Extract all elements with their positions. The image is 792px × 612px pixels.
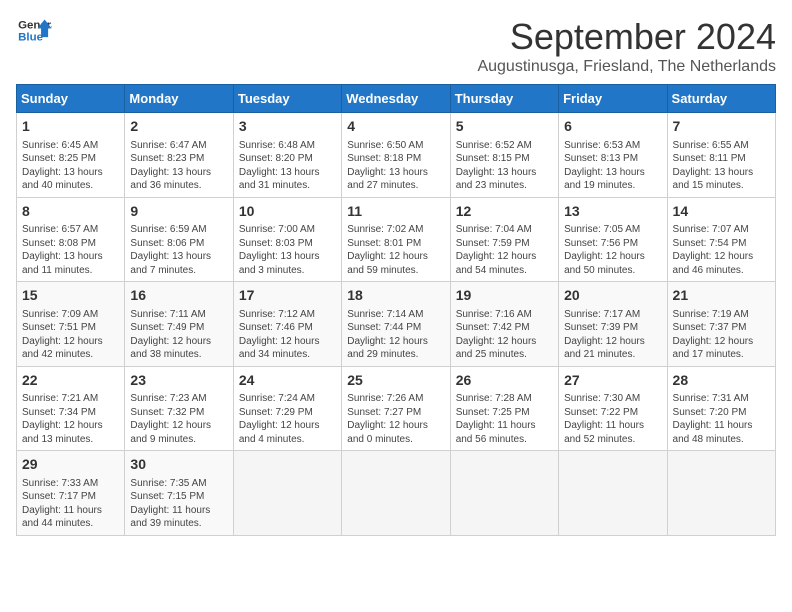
header-monday: Monday (125, 85, 233, 113)
calendar-day-21: 21Sunrise: 7:19 AM Sunset: 7:37 PM Dayli… (667, 282, 775, 367)
calendar-day-24: 24Sunrise: 7:24 AM Sunset: 7:29 PM Dayli… (233, 366, 341, 451)
calendar-day-28: 28Sunrise: 7:31 AM Sunset: 7:20 PM Dayli… (667, 366, 775, 451)
calendar-day-16: 16Sunrise: 7:11 AM Sunset: 7:49 PM Dayli… (125, 282, 233, 367)
month-title: September 2024 (477, 16, 776, 58)
calendar-week-4: 22Sunrise: 7:21 AM Sunset: 7:34 PM Dayli… (17, 366, 776, 451)
header-sunday: Sunday (17, 85, 125, 113)
calendar-week-1: 1Sunrise: 6:45 AM Sunset: 8:25 PM Daylig… (17, 113, 776, 198)
calendar-day-13: 13Sunrise: 7:05 AM Sunset: 7:56 PM Dayli… (559, 197, 667, 282)
calendar-day-3: 3Sunrise: 6:48 AM Sunset: 8:20 PM Daylig… (233, 113, 341, 198)
calendar-day-25: 25Sunrise: 7:26 AM Sunset: 7:27 PM Dayli… (342, 366, 450, 451)
calendar-day-18: 18Sunrise: 7:14 AM Sunset: 7:44 PM Dayli… (342, 282, 450, 367)
calendar-day-empty (559, 451, 667, 536)
calendar-day-1: 1Sunrise: 6:45 AM Sunset: 8:25 PM Daylig… (17, 113, 125, 198)
calendar-day-4: 4Sunrise: 6:50 AM Sunset: 8:18 PM Daylig… (342, 113, 450, 198)
calendar-day-9: 9Sunrise: 6:59 AM Sunset: 8:06 PM Daylig… (125, 197, 233, 282)
calendar-day-2: 2Sunrise: 6:47 AM Sunset: 8:23 PM Daylig… (125, 113, 233, 198)
title-section: September 2024 Augustinusga, Friesland, … (477, 16, 776, 76)
calendar-day-7: 7Sunrise: 6:55 AM Sunset: 8:11 PM Daylig… (667, 113, 775, 198)
calendar-header-row: Sunday Monday Tuesday Wednesday Thursday… (17, 85, 776, 113)
calendar-day-15: 15Sunrise: 7:09 AM Sunset: 7:51 PM Dayli… (17, 282, 125, 367)
calendar-day-27: 27Sunrise: 7:30 AM Sunset: 7:22 PM Dayli… (559, 366, 667, 451)
calendar-table: Sunday Monday Tuesday Wednesday Thursday… (16, 84, 776, 536)
logo: General Blue (16, 16, 52, 46)
calendar-day-10: 10Sunrise: 7:00 AM Sunset: 8:03 PM Dayli… (233, 197, 341, 282)
calendar-day-20: 20Sunrise: 7:17 AM Sunset: 7:39 PM Dayli… (559, 282, 667, 367)
location-subtitle: Augustinusga, Friesland, The Netherlands (477, 58, 776, 76)
calendar-day-22: 22Sunrise: 7:21 AM Sunset: 7:34 PM Dayli… (17, 366, 125, 451)
calendar-day-19: 19Sunrise: 7:16 AM Sunset: 7:42 PM Dayli… (450, 282, 558, 367)
calendar-day-29: 29Sunrise: 7:33 AM Sunset: 7:17 PM Dayli… (17, 451, 125, 536)
calendar-day-12: 12Sunrise: 7:04 AM Sunset: 7:59 PM Dayli… (450, 197, 558, 282)
calendar-day-6: 6Sunrise: 6:53 AM Sunset: 8:13 PM Daylig… (559, 113, 667, 198)
calendar-day-23: 23Sunrise: 7:23 AM Sunset: 7:32 PM Dayli… (125, 366, 233, 451)
calendar-week-5: 29Sunrise: 7:33 AM Sunset: 7:17 PM Dayli… (17, 451, 776, 536)
header-thursday: Thursday (450, 85, 558, 113)
page-header: General Blue September 2024 Augustinusga… (16, 16, 776, 76)
calendar-day-14: 14Sunrise: 7:07 AM Sunset: 7:54 PM Dayli… (667, 197, 775, 282)
calendar-day-11: 11Sunrise: 7:02 AM Sunset: 8:01 PM Dayli… (342, 197, 450, 282)
calendar-day-empty (233, 451, 341, 536)
calendar-week-2: 8Sunrise: 6:57 AM Sunset: 8:08 PM Daylig… (17, 197, 776, 282)
calendar-day-empty (342, 451, 450, 536)
svg-text:Blue: Blue (18, 32, 43, 44)
calendar-day-5: 5Sunrise: 6:52 AM Sunset: 8:15 PM Daylig… (450, 113, 558, 198)
header-friday: Friday (559, 85, 667, 113)
header-tuesday: Tuesday (233, 85, 341, 113)
calendar-day-empty (450, 451, 558, 536)
calendar-day-8: 8Sunrise: 6:57 AM Sunset: 8:08 PM Daylig… (17, 197, 125, 282)
calendar-day-30: 30Sunrise: 7:35 AM Sunset: 7:15 PM Dayli… (125, 451, 233, 536)
header-saturday: Saturday (667, 85, 775, 113)
logo-icon: General Blue (16, 16, 52, 46)
calendar-week-3: 15Sunrise: 7:09 AM Sunset: 7:51 PM Dayli… (17, 282, 776, 367)
header-wednesday: Wednesday (342, 85, 450, 113)
calendar-day-17: 17Sunrise: 7:12 AM Sunset: 7:46 PM Dayli… (233, 282, 341, 367)
calendar-day-26: 26Sunrise: 7:28 AM Sunset: 7:25 PM Dayli… (450, 366, 558, 451)
calendar-day-empty (667, 451, 775, 536)
